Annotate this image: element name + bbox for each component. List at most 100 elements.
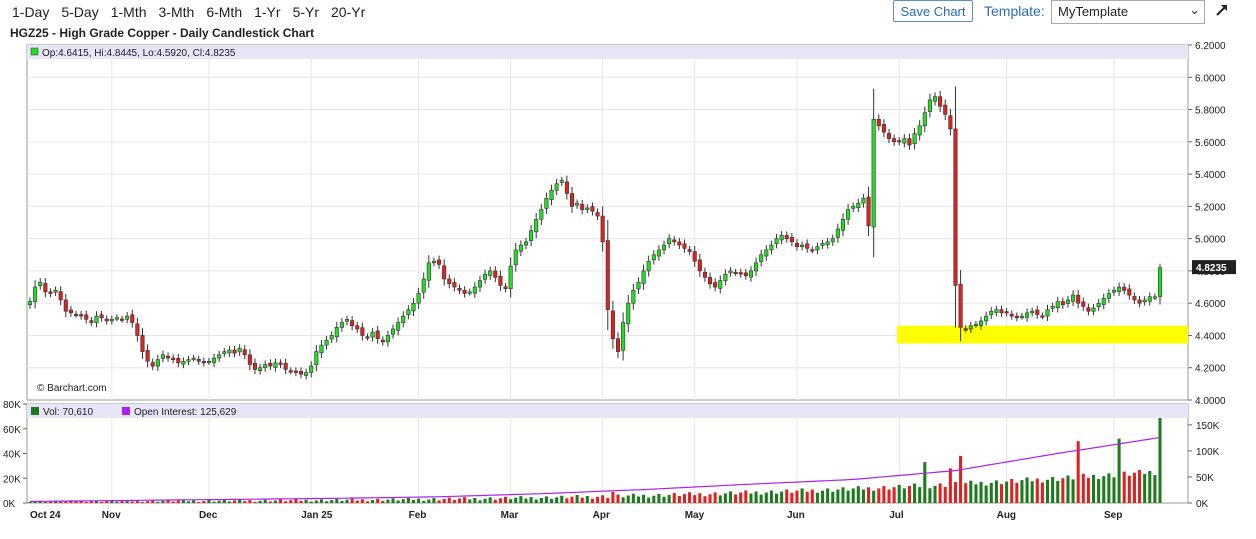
candle-body — [48, 291, 53, 294]
volume-bar — [130, 501, 134, 503]
candle-body — [948, 115, 953, 130]
volume-bar — [539, 497, 543, 503]
candle-body — [43, 283, 48, 293]
volume-bar — [135, 500, 139, 503]
volume-bar — [417, 498, 421, 503]
candle-body — [692, 251, 697, 262]
candle-body — [140, 335, 145, 352]
volume-bar — [437, 500, 441, 503]
candle-body — [892, 138, 897, 143]
volume-bar — [626, 495, 630, 503]
candle-body — [150, 362, 155, 367]
candle-body — [125, 315, 130, 320]
volume-bar — [207, 500, 211, 503]
volume-bar — [667, 494, 671, 503]
candle-body — [754, 262, 759, 272]
x-tick-label: Aug — [997, 510, 1016, 521]
volume-bar — [1143, 473, 1147, 503]
volume-bar — [447, 497, 451, 503]
candle-body — [263, 364, 268, 369]
volume-bar — [611, 491, 615, 503]
candle-body — [973, 323, 978, 326]
candle-body — [166, 355, 171, 359]
volume-bar — [248, 500, 252, 503]
price-tick-label: 6.0000 — [1195, 73, 1226, 84]
volume-bar — [212, 501, 216, 503]
volume-bar — [810, 489, 814, 503]
volume-bar — [1127, 475, 1131, 503]
volume-bar — [463, 497, 467, 503]
candle-body — [38, 281, 43, 287]
candle-body — [876, 118, 881, 126]
candle-body — [334, 327, 339, 338]
volume-bar — [452, 499, 456, 503]
candle-body — [380, 339, 385, 343]
volume-bar — [1117, 438, 1121, 503]
candle-body — [1157, 267, 1163, 297]
candle-body — [932, 96, 938, 102]
volume-bar — [836, 489, 840, 503]
candle-body — [902, 138, 907, 144]
volume-bar — [744, 490, 748, 503]
candle-body — [564, 181, 569, 194]
price-tick-label: 4.0000 — [1195, 396, 1226, 407]
candle-body — [426, 262, 431, 281]
volume-bar — [202, 501, 206, 503]
x-tick-label: Feb — [409, 510, 427, 521]
candle-body — [585, 207, 590, 210]
volume-bar — [989, 482, 993, 503]
volume-bar — [345, 499, 349, 503]
volume-bar — [381, 500, 385, 503]
volume-bar — [1086, 477, 1090, 503]
volume-bar — [1071, 479, 1075, 503]
volume-bar — [795, 490, 799, 503]
volume-tick-label: 20K — [3, 474, 21, 485]
volume-bar — [146, 501, 150, 503]
candle-body — [1040, 315, 1045, 318]
volume-bar — [902, 488, 906, 503]
candle-body — [779, 235, 784, 241]
candle-body — [196, 359, 201, 362]
candle-body — [835, 228, 840, 238]
volume-bar — [953, 482, 958, 503]
candle-body — [840, 218, 846, 231]
volume-bar — [672, 493, 676, 503]
volume-bar — [780, 491, 784, 503]
candle-body — [385, 335, 390, 343]
candle-body — [27, 301, 33, 306]
candle-body — [1081, 301, 1086, 307]
volume-bar — [1040, 482, 1044, 503]
candle-body — [621, 322, 626, 351]
candle-body — [815, 246, 820, 251]
volume-bar — [371, 500, 375, 503]
candle-body — [1004, 311, 1009, 314]
volume-bar — [918, 487, 922, 503]
volume-bar — [1112, 477, 1116, 503]
candle-body — [748, 270, 753, 278]
watermark: © Barchart.com — [37, 383, 107, 394]
candle-body — [851, 206, 856, 209]
candle-body — [421, 278, 426, 293]
volume-bar — [401, 499, 405, 503]
volume-tick-label: 40K — [3, 450, 21, 461]
candle-body — [1142, 299, 1147, 303]
volume-bar — [100, 501, 104, 503]
candle-body — [472, 286, 477, 294]
candle-body — [375, 330, 380, 339]
volume-bar — [304, 499, 308, 503]
candle-body — [989, 310, 994, 316]
candle-body — [733, 271, 738, 275]
candle-body — [329, 335, 334, 340]
volume-bar — [314, 500, 318, 503]
volume-bar — [1005, 481, 1009, 503]
candle-body — [396, 322, 401, 331]
volume-bar — [197, 501, 201, 503]
volume-bar — [309, 501, 313, 503]
candle-body — [994, 309, 999, 313]
candle-body — [631, 289, 636, 304]
candle-body — [370, 331, 375, 338]
candle-body — [273, 362, 278, 368]
candle-body — [820, 243, 825, 246]
volume-bar — [243, 501, 247, 503]
volume-bar — [1081, 473, 1085, 503]
